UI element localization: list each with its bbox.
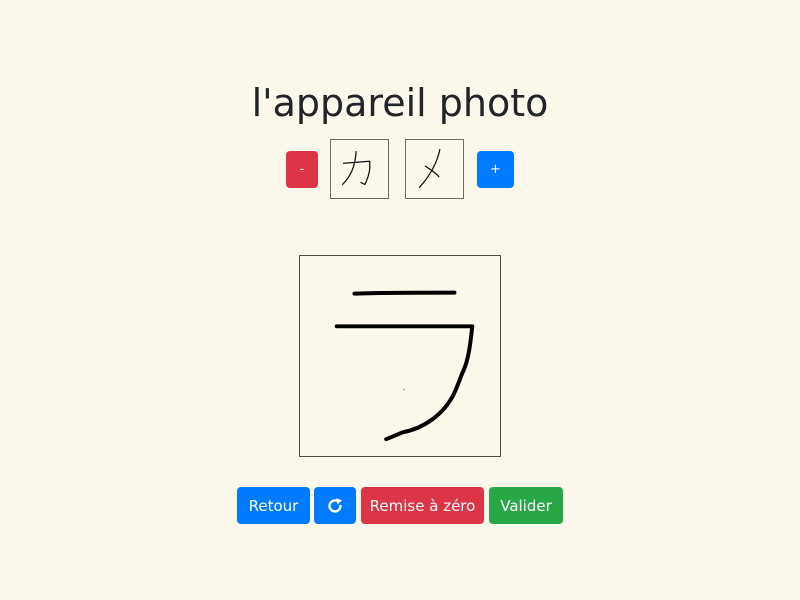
page-title: l'appareil photo	[251, 81, 549, 125]
drawing-canvas[interactable]	[299, 255, 501, 457]
kana-me-glyph	[418, 149, 441, 188]
drawn-stroke-ra	[334, 290, 475, 442]
back-button[interactable]: Retour	[237, 487, 310, 524]
kana-slot-ka[interactable]	[330, 139, 389, 199]
reset-button[interactable]: Remise à zéro	[361, 487, 484, 524]
kana-ka-glyph	[341, 150, 371, 186]
remove-kana-button[interactable]: -	[286, 151, 318, 188]
redo-icon	[328, 497, 342, 513]
validate-button[interactable]: Valider	[489, 487, 563, 524]
add-kana-button[interactable]: +	[477, 151, 514, 188]
kana-slot-me[interactable]	[405, 139, 464, 199]
redo-button[interactable]	[314, 487, 356, 524]
